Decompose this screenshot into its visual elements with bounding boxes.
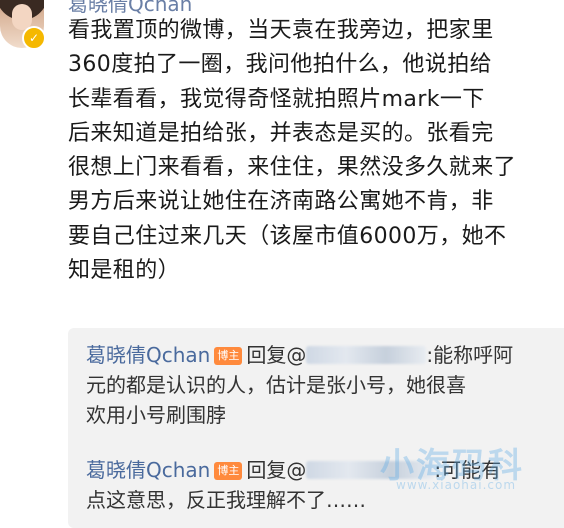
blurred-username: [306, 346, 427, 364]
reply-item: 葛晓倩Qchan 博主 回复@ :能称呼阿: [86, 340, 513, 370]
reply-author-link[interactable]: 葛晓倩Qchan: [86, 343, 210, 367]
watermark-url: www.xiaohai.com: [396, 478, 517, 492]
post-line: 要自己住过来几天（该屋市值6000万，她不: [68, 223, 507, 249]
reply-text-line: 欢用小号刷围脖: [86, 403, 226, 427]
verified-badge-icon: ✓: [22, 26, 46, 50]
reply-text-line: 元的都是认识的人，估计是张小号，她很喜: [86, 373, 466, 397]
reply-prefix: 回复@: [246, 343, 307, 367]
post-line: 男方后来说让她住在济南路公寓她不肯，非: [68, 189, 494, 215]
reply-prefix: 回复@: [246, 458, 307, 482]
post-line: 后来知道是拍给张，并表态是买的。张看完: [68, 120, 494, 146]
blogger-badge: 博主: [214, 462, 243, 480]
post-line: 360度拍了一圈，我问他拍什么，他说拍给: [68, 52, 492, 78]
post-line: 长辈看看，我觉得奇怪就拍照片mark一下: [68, 86, 485, 112]
post-line: 很想上门来看看，来住住，果然没多久就来了: [68, 155, 517, 181]
post-body: 看我置顶的微博，当天袁在我旁边，把家里 360度拍了一圈，我问他拍什么，他说拍给…: [68, 14, 564, 288]
blogger-badge: 博主: [214, 347, 243, 365]
reply-author-link[interactable]: 葛晓倩Qchan: [86, 458, 210, 482]
post-line: 知是租的）: [68, 258, 181, 284]
post-line: 看我置顶的微博，当天袁在我旁边，把家里: [68, 18, 494, 43]
reply-text-line: 点这意思，反正我理解不了……: [86, 488, 366, 512]
reply-text: :能称呼阿: [426, 343, 514, 367]
